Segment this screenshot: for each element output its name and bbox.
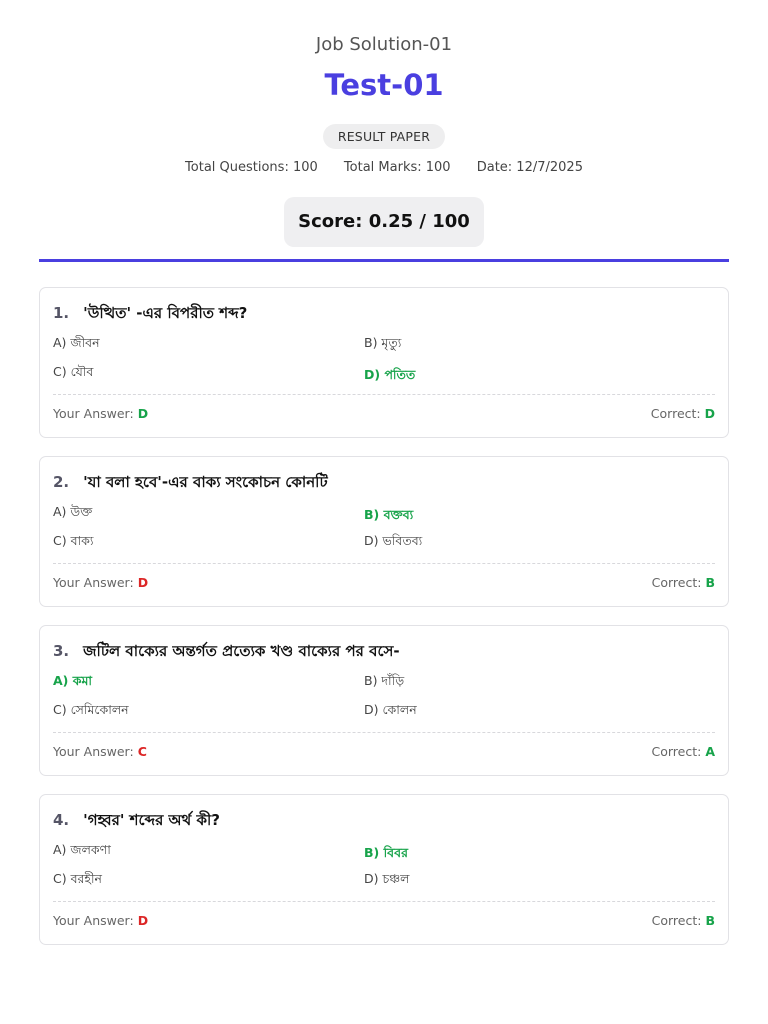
correct-answer: Correct: B — [652, 913, 715, 928]
question-heading: 1. 'উত্থিত' -এর বিপরীত শব্দ? — [53, 302, 715, 327]
your-answer: Your Answer: D — [53, 406, 148, 421]
option-b: B) মৃত্যু — [364, 335, 402, 350]
correct-answer-label: Correct: — [650, 406, 701, 421]
your-answer: Your Answer: D — [53, 575, 148, 590]
option-d: D) চঞ্চল — [364, 871, 410, 886]
option-a: A) উক্ত — [53, 504, 93, 519]
question-number: 2. — [53, 473, 70, 491]
your-answer-value: D — [137, 406, 149, 421]
correct-answer: Correct: B — [652, 575, 715, 590]
question-heading: 4. 'গহ্বর' শব্দের অর্থ কী? — [53, 809, 715, 834]
question-card: 1. 'উত্থিত' -এর বিপরীত শব্দ? A) জীবন B) মৃত… — [39, 287, 729, 438]
correct-answer-label: Correct: — [651, 744, 702, 759]
org-name: Job Solution-01 — [315, 34, 453, 55]
question-card: 3. জটিল বাক্যের অন্তর্গত প্রত্যেক খণ্ড বা… — [39, 625, 729, 776]
correct-answer-value: B — [705, 913, 715, 928]
score-box: Score: 0.25 / 100 — [284, 197, 484, 247]
question-text: 'গহ্বর' শব্দের অর্থ কী? — [83, 811, 220, 829]
your-answer-label: Your Answer: — [53, 575, 134, 590]
your-answer-value: C — [137, 744, 147, 759]
question-heading: 2. 'যা বলা হবে'-এর বাক্য সংকোচন কোনটি — [53, 471, 715, 496]
option-a: A) জলকণা — [53, 842, 111, 857]
correct-answer: Correct: D — [651, 406, 715, 421]
option-b: B) বক্তব্য — [364, 507, 414, 522]
correct-answer-label: Correct: — [651, 913, 702, 928]
question-text: 'উত্থিত' -এর বিপরীত শব্দ? — [83, 304, 248, 322]
header-divider — [39, 259, 729, 262]
answer-divider — [53, 563, 715, 564]
result-paper-badge: RESULT PAPER — [322, 124, 446, 149]
answer-divider — [53, 732, 715, 733]
question-text: 'যা বলা হবে'-এর বাক্য সংকোচন কোনটি — [83, 473, 328, 491]
correct-answer: Correct: A — [651, 744, 715, 759]
option-c: C) সেমিকোলন — [53, 702, 129, 717]
question-number: 1. — [53, 304, 70, 322]
question-card: 4. 'গহ্বর' শব্দের অর্থ কী? A) জলকণা B) বিবর… — [39, 794, 729, 945]
your-answer-value: D — [137, 913, 149, 928]
your-answer-label: Your Answer: — [53, 406, 134, 421]
answer-divider — [53, 394, 715, 395]
test-meta: Total Questions: 100 Total Marks: 100 Da… — [0, 160, 768, 175]
correct-answer-value: D — [704, 406, 715, 421]
your-answer-label: Your Answer: — [53, 913, 134, 928]
total-marks: Total Marks: 100 — [343, 160, 451, 175]
option-a: A) জীবন — [53, 335, 100, 350]
option-b: B) দাঁড়ি — [364, 673, 405, 688]
option-c: C) বরহীন — [53, 871, 103, 886]
your-answer: Your Answer: D — [53, 913, 148, 928]
option-c: C) বাক্য — [53, 533, 94, 548]
option-b: B) বিবর — [364, 845, 408, 860]
your-answer-label: Your Answer: — [53, 744, 134, 759]
option-d: D) ভবিতব্য — [364, 533, 423, 548]
correct-answer-value: B — [705, 575, 715, 590]
question-card: 2. 'যা বলা হবে'-এর বাক্য সংকোচন কোনটি A) উ… — [39, 456, 729, 607]
your-answer: Your Answer: C — [53, 744, 147, 759]
your-answer-value: D — [137, 575, 149, 590]
test-date: Date: 12/7/2025 — [476, 160, 583, 175]
correct-answer-label: Correct: — [651, 575, 702, 590]
total-questions: Total Questions: 100 — [185, 160, 318, 175]
option-a: A) কমা — [53, 673, 93, 688]
question-text: জটিল বাক্যের অন্তর্গত প্রত্যেক খণ্ড বাক্… — [83, 642, 400, 660]
question-number: 4. — [53, 811, 70, 829]
question-number: 3. — [53, 642, 70, 660]
question-heading: 3. জটিল বাক্যের অন্তর্গত প্রত্যেক খণ্ড বা… — [53, 640, 715, 665]
test-title: Test-01 — [324, 68, 444, 102]
option-c: C) যৌব — [53, 364, 94, 379]
option-d: D) পতিত — [364, 367, 416, 382]
option-d: D) কোলন — [364, 702, 417, 717]
answer-divider — [53, 901, 715, 902]
correct-answer-value: A — [705, 744, 715, 759]
